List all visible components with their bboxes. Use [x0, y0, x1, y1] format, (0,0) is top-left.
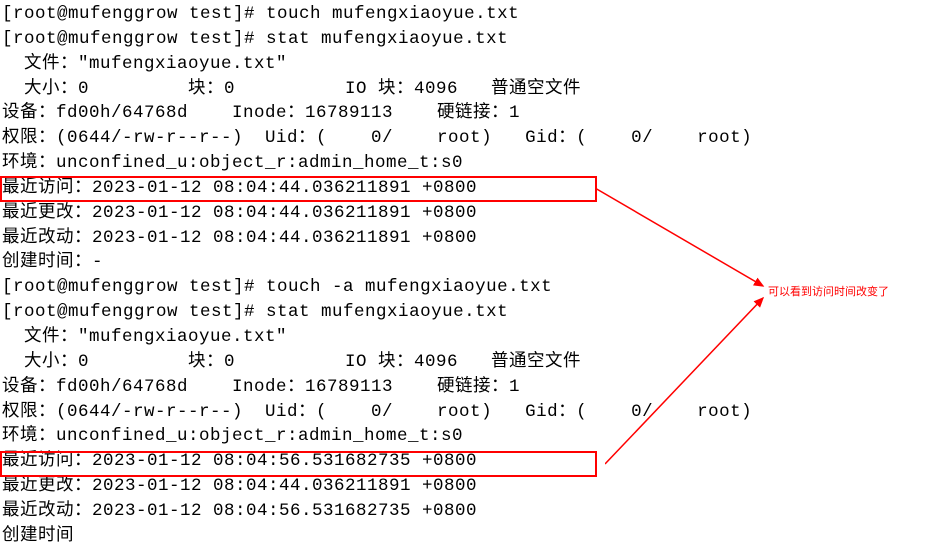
stat-perm-line: 权限：(0644/-rw-r--r--) Uid：( 0/ root) Gid：… — [2, 400, 929, 425]
stat-device-line: 设备：fd00h/64768d Inode：16789113 硬链接：1 — [2, 101, 929, 126]
terminal-line: [root@mufenggrow test]# touch mufengxiao… — [2, 2, 929, 27]
stat-device-line: 设备：fd00h/64768d Inode：16789113 硬链接：1 — [2, 375, 929, 400]
stat-access-line: 最近访问：2023-01-12 08:04:56.531682735 +0800 — [2, 449, 929, 474]
stat-file-line: 文件："mufengxiaoyue.txt" — [2, 52, 929, 77]
stat-birth-line: 创建时间：- — [2, 250, 929, 275]
stat-size-line: 大小：0 块：0 IO 块：4096 普通空文件 — [2, 77, 929, 102]
stat-access-line: 最近访问：2023-01-12 08:04:44.036211891 +0800 — [2, 176, 929, 201]
stat-env-line: 环境：unconfined_u:object_r:admin_home_t:s0 — [2, 424, 929, 449]
terminal-line: [root@mufenggrow test]# stat mufengxiaoy… — [2, 300, 929, 325]
stat-birth-line: 创建时间 — [2, 524, 929, 549]
annotation-text: 可以看到访问时间改变了 — [768, 285, 889, 301]
stat-file-line: 文件："mufengxiaoyue.txt" — [2, 325, 929, 350]
stat-env-line: 环境：unconfined_u:object_r:admin_home_t:s0 — [2, 151, 929, 176]
stat-size-line: 大小：0 块：0 IO 块：4096 普通空文件 — [2, 350, 929, 375]
stat-perm-line: 权限：(0644/-rw-r--r--) Uid：( 0/ root) Gid：… — [2, 126, 929, 151]
terminal-line: [root@mufenggrow test]# stat mufengxiaoy… — [2, 27, 929, 52]
stat-change-line: 最近改动：2023-01-12 08:04:44.036211891 +0800 — [2, 226, 929, 251]
stat-modify-line: 最近更改：2023-01-12 08:04:44.036211891 +0800 — [2, 201, 929, 226]
stat-modify-line: 最近更改：2023-01-12 08:04:44.036211891 +0800 — [2, 474, 929, 499]
stat-change-line: 最近改动：2023-01-12 08:04:56.531682735 +0800 — [2, 499, 929, 524]
